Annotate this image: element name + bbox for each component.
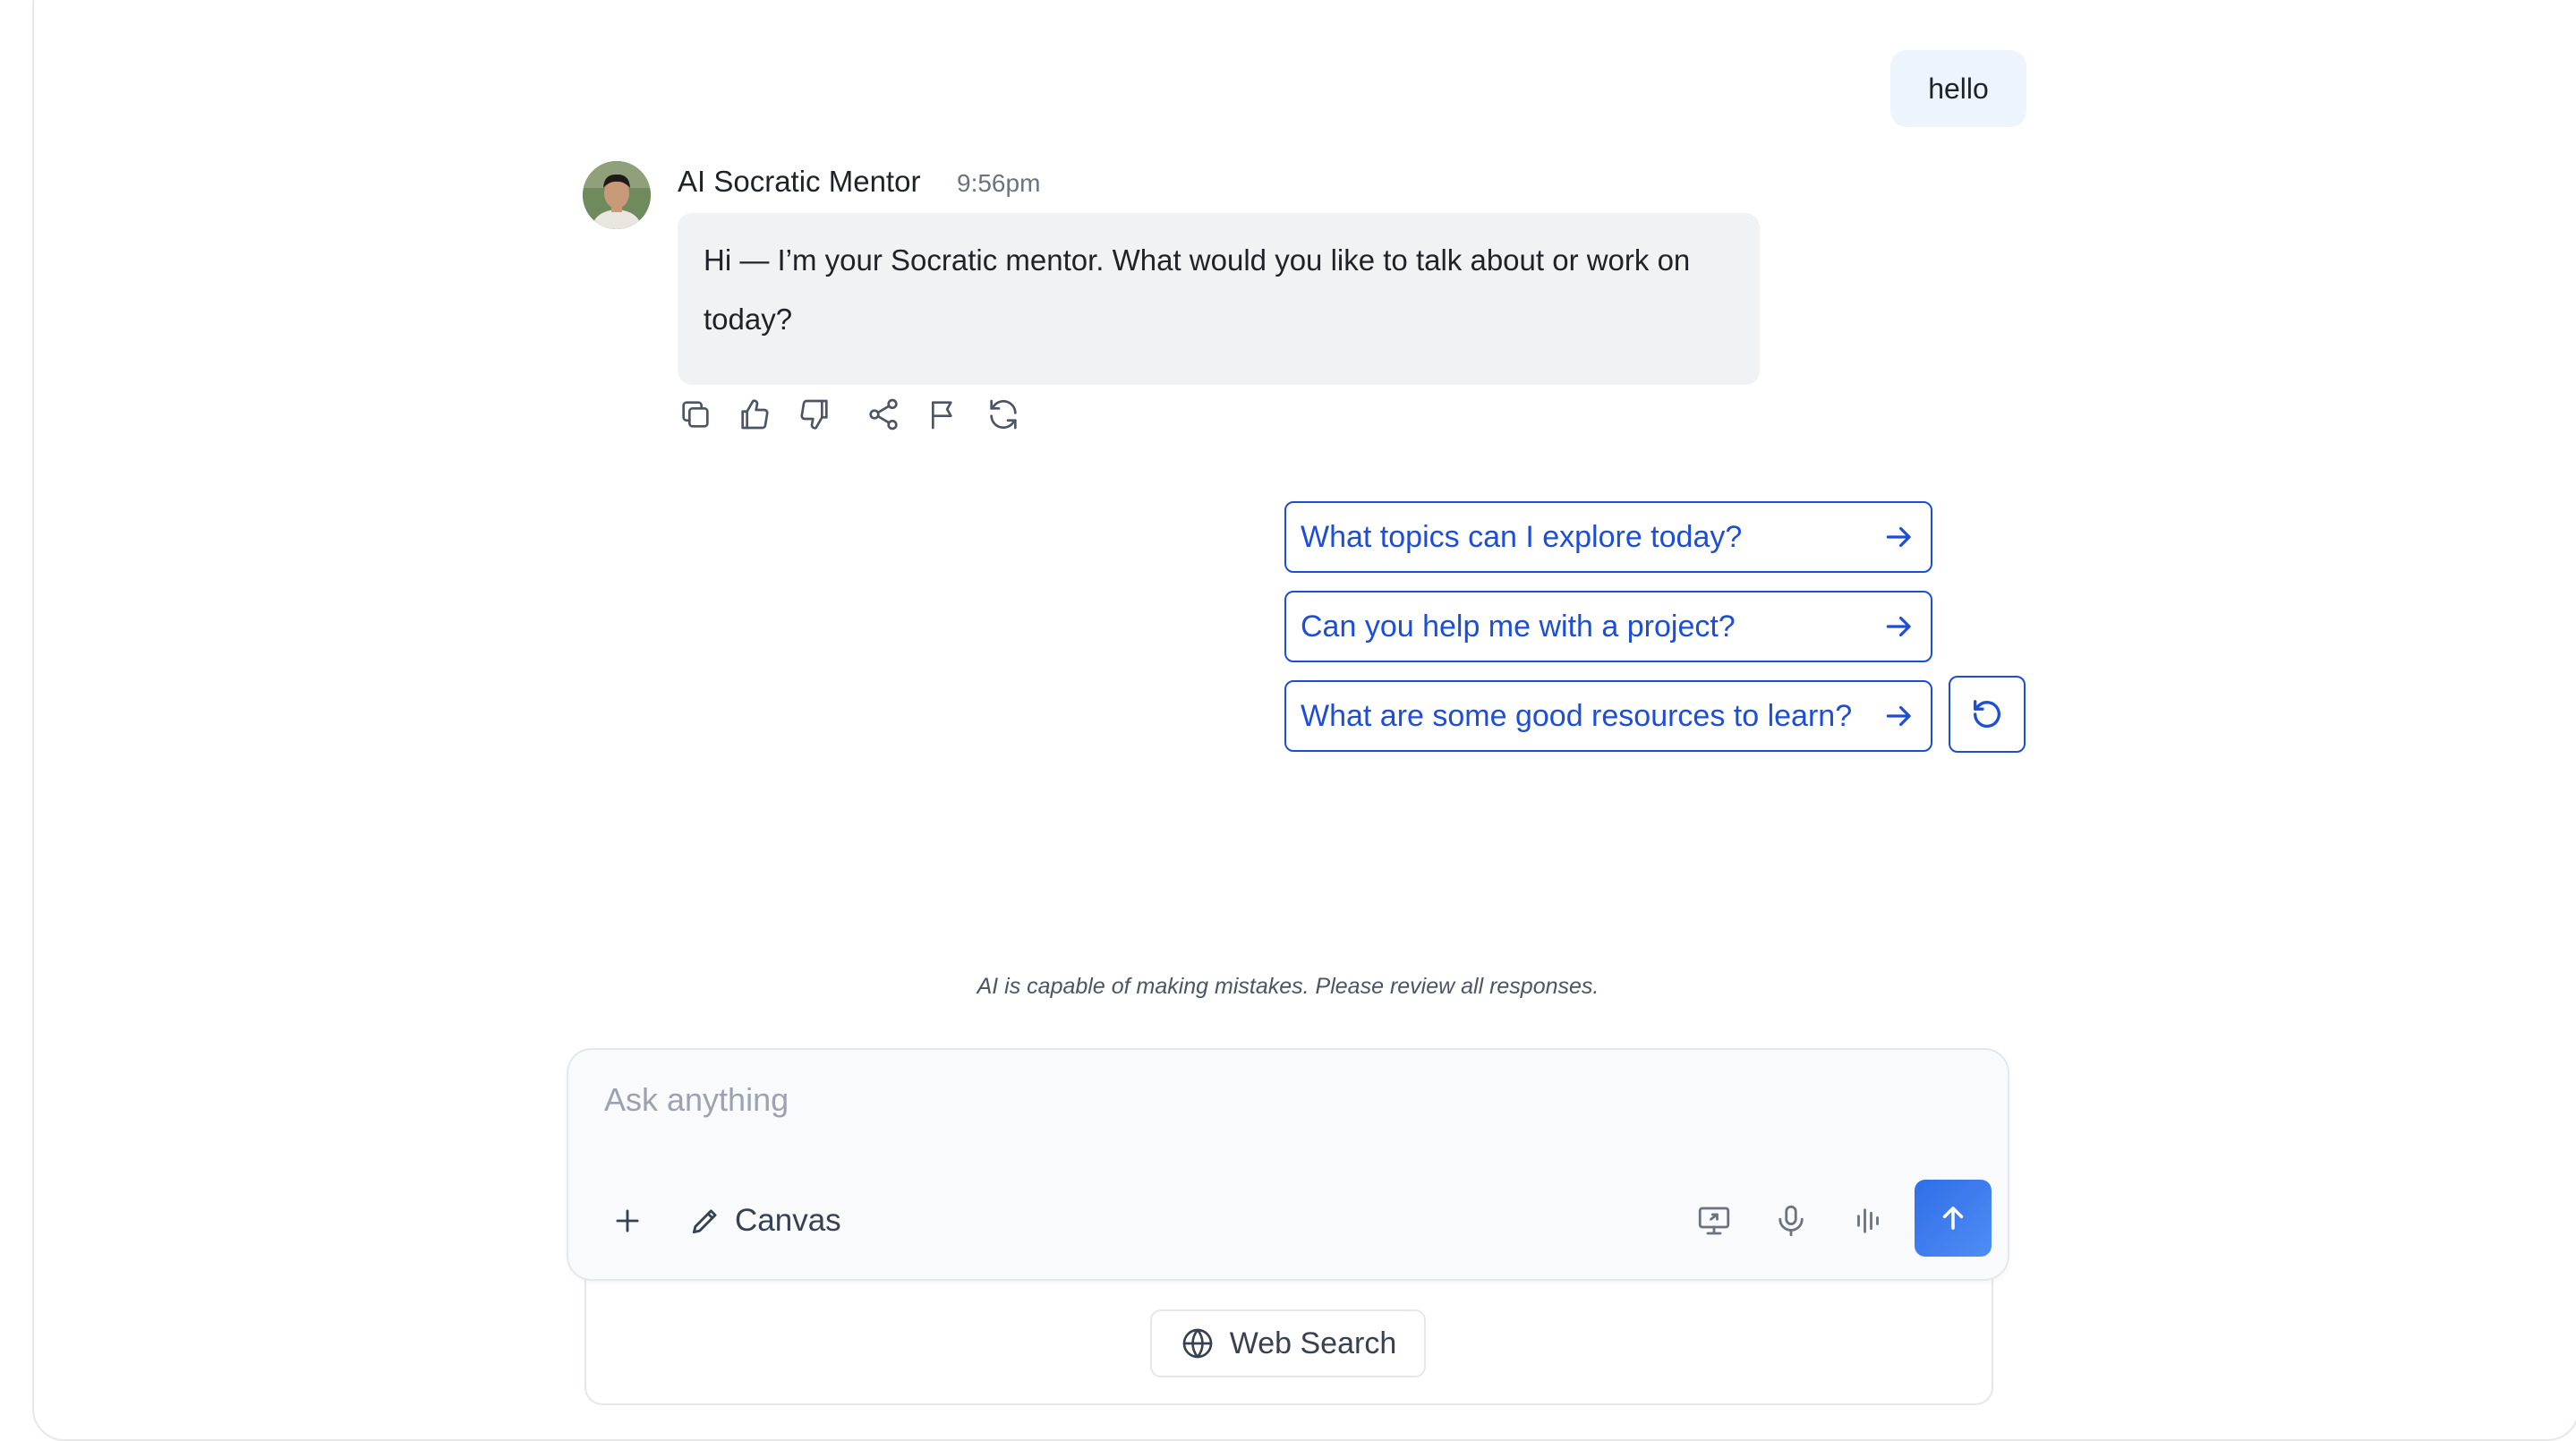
refresh-icon (1974, 700, 2000, 729)
web-search-label: Web Search (1229, 1326, 1397, 1360)
disclaimer: AI is capable of making mistakes. Please… (977, 974, 1599, 999)
suggestion-button[interactable]: Can you help me with a project? (1284, 591, 1932, 662)
screen-share-button[interactable] (1691, 1198, 1737, 1244)
assistant-avatar (583, 161, 651, 229)
message-timestamp: 9:56pm (957, 169, 1041, 197)
pencil-icon (692, 1209, 717, 1234)
composer: Canvas (567, 1048, 2009, 1281)
share-icon[interactable] (864, 395, 903, 434)
thumbs-up-icon[interactable] (735, 395, 774, 434)
microphone-button[interactable] (1768, 1198, 1814, 1244)
suggestion-label: What are some good resources to learn? (1301, 698, 1853, 733)
user-message-text: hello (1928, 72, 1989, 105)
suggestion-button[interactable]: What are some good resources to learn? (1284, 680, 1932, 752)
assistant-message-bubble: Hi — I’m your Socratic mentor. What woul… (678, 213, 1760, 385)
canvas-button[interactable]: Canvas (688, 1196, 841, 1246)
refresh-suggestions-button[interactable] (1949, 676, 2026, 753)
voice-mode-button[interactable] (1845, 1198, 1891, 1244)
arrow-up-icon (1942, 1207, 1964, 1230)
copy-icon[interactable] (676, 395, 715, 434)
ask-input[interactable] (602, 1068, 1949, 1132)
microphone-icon (1778, 1205, 1804, 1237)
flag-icon[interactable] (924, 395, 963, 434)
thumbs-down-icon[interactable] (795, 395, 834, 434)
suggestion-label: What topics can I explore today? (1301, 519, 1743, 554)
voice-waveform-icon (1857, 1208, 1879, 1233)
suggestion-button[interactable]: What topics can I explore today? (1284, 501, 1932, 573)
user-message-bubble: hello (1890, 50, 2026, 127)
arrow-right-icon (1886, 526, 1911, 548)
canvas-label: Canvas (735, 1203, 841, 1238)
plus-icon (616, 1209, 639, 1232)
send-button[interactable] (1915, 1180, 1992, 1257)
arrow-right-icon (1886, 705, 1911, 727)
add-attachment-button[interactable] (604, 1198, 651, 1244)
web-search-button[interactable]: Web Search (1150, 1309, 1426, 1377)
suggestion-label: Can you help me with a project? (1301, 609, 1736, 644)
globe-icon (1182, 1328, 1213, 1359)
screen-share-icon (1698, 1207, 1730, 1235)
assistant-message-text: Hi — I’m your Socratic mentor. What woul… (704, 243, 1691, 336)
arrow-right-icon (1886, 616, 1911, 637)
assistant-name: AI Socratic Mentor (678, 165, 921, 198)
regenerate-icon[interactable] (984, 395, 1023, 434)
